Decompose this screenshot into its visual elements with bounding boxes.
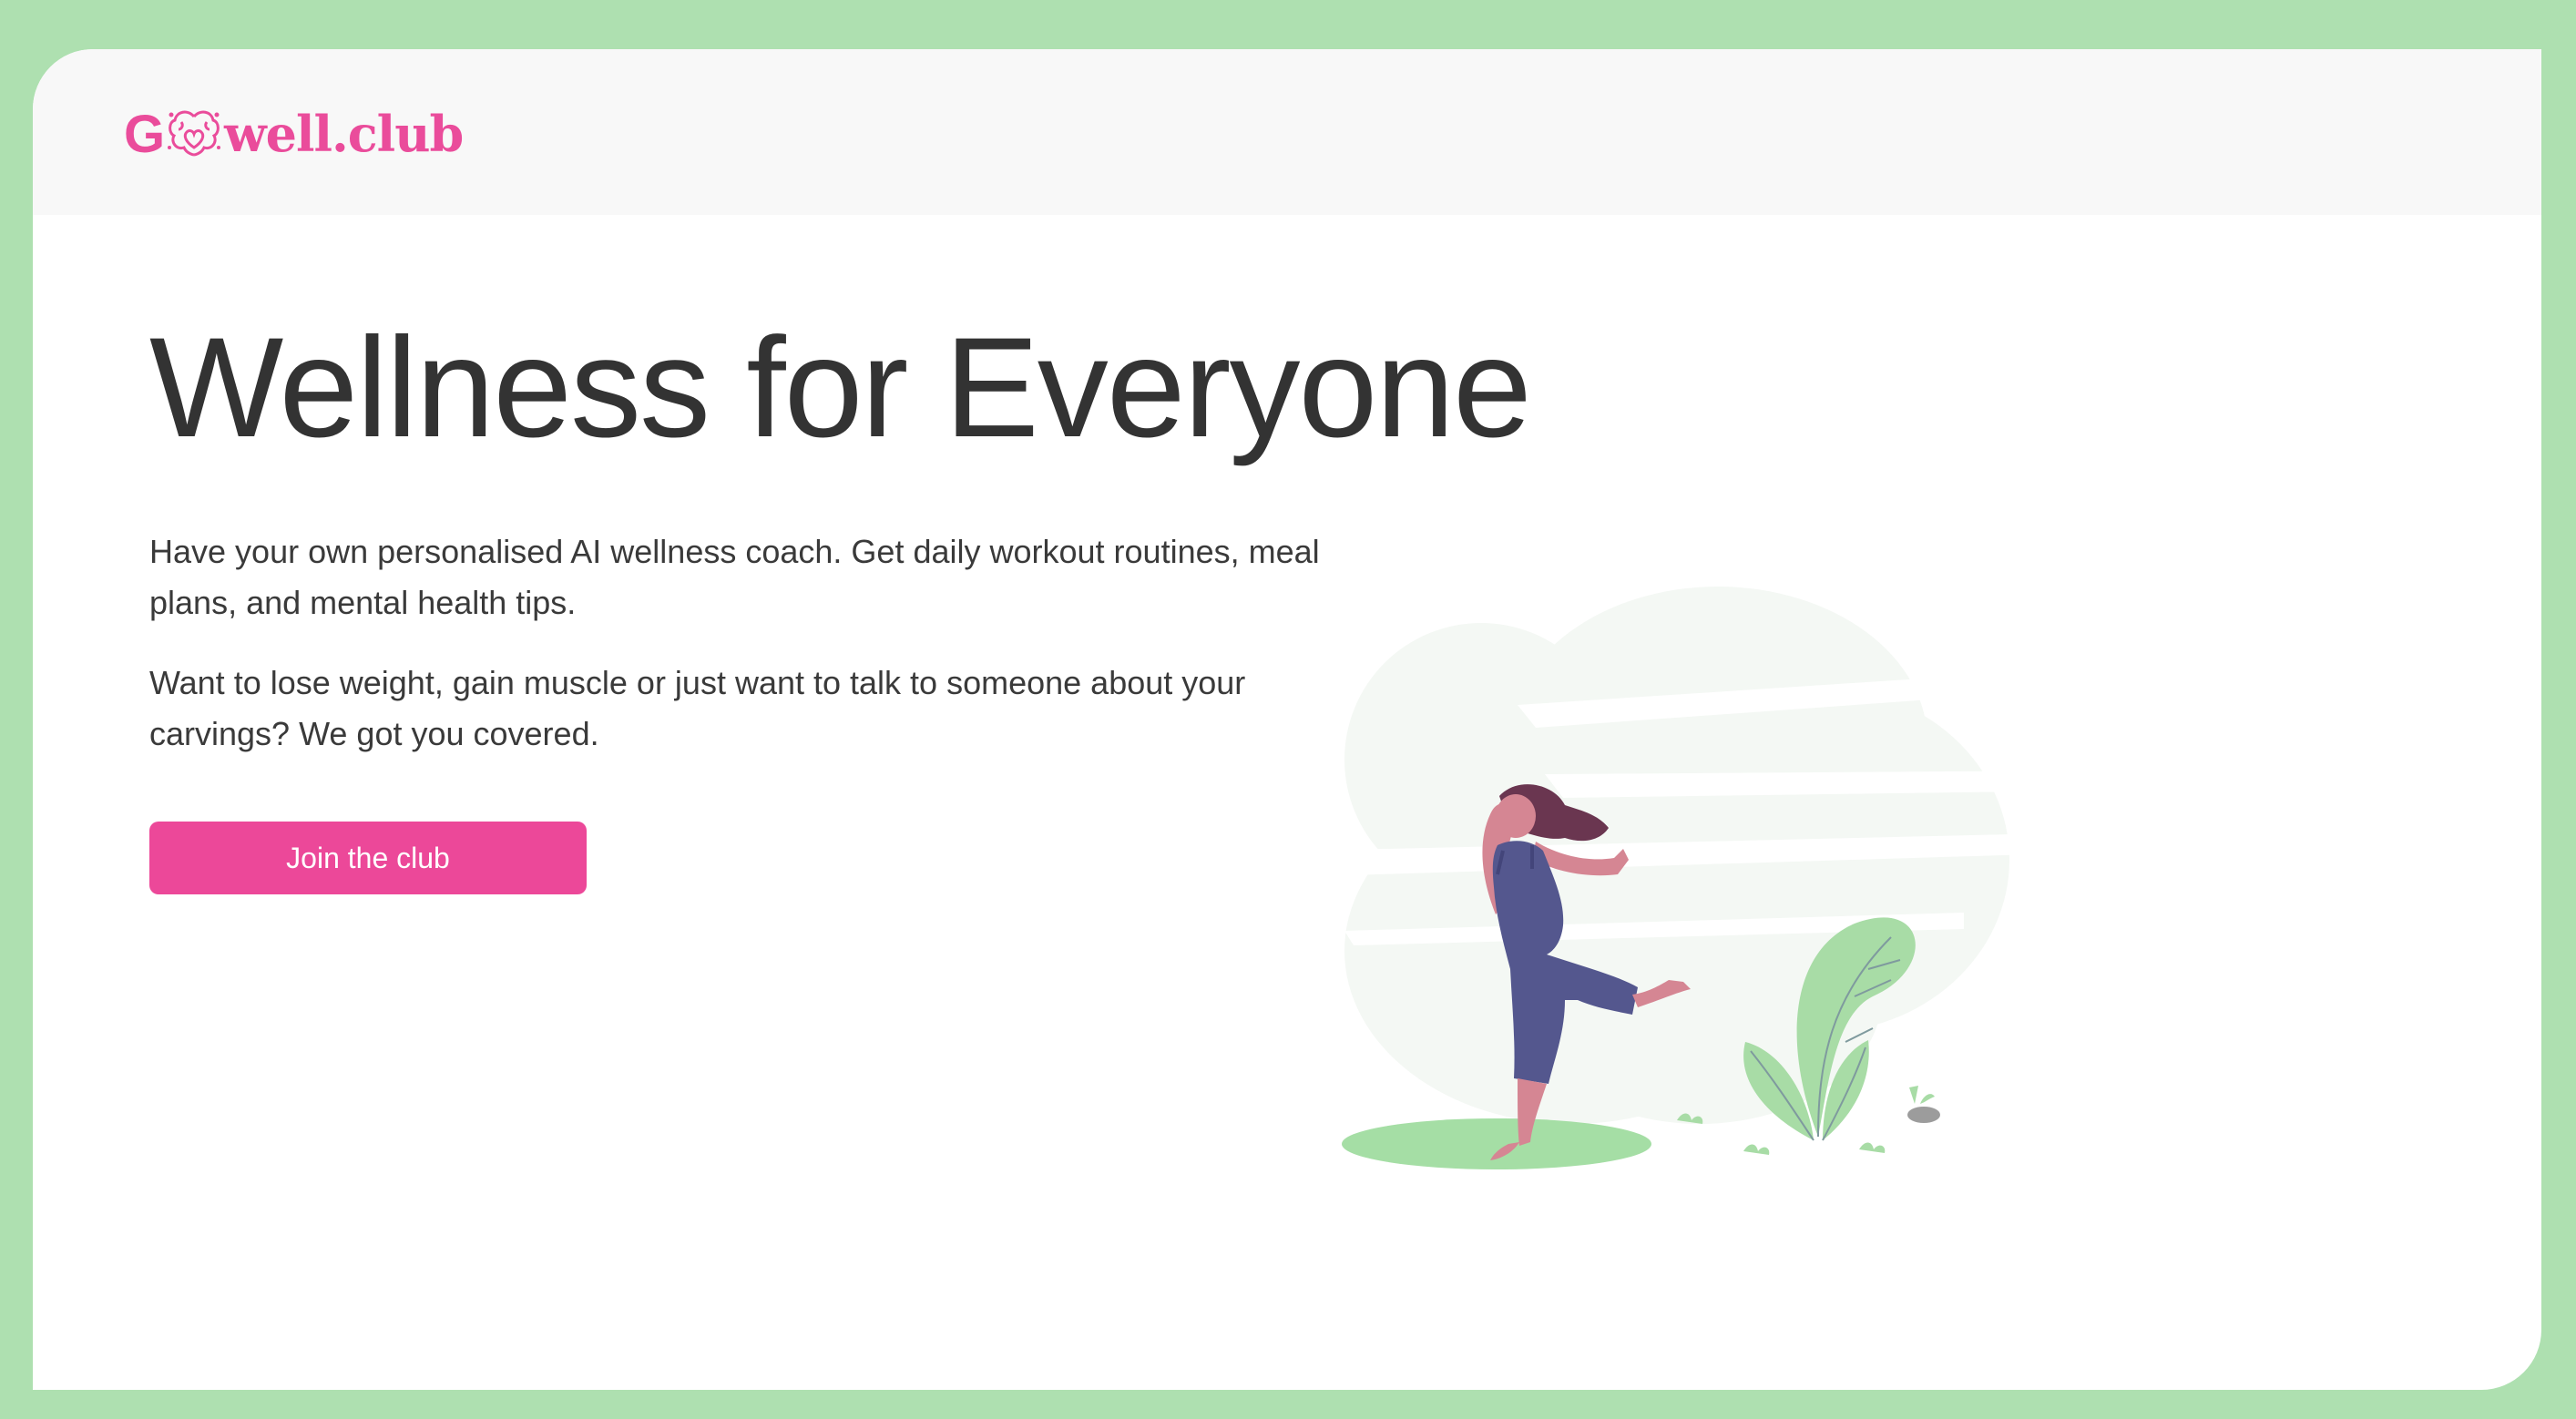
logo-letter: G (124, 104, 165, 164)
hero-description-1: Have your own personalised AI wellness c… (149, 533, 1320, 621)
brand-logo[interactable]: G well.club (124, 102, 464, 166)
rock (1907, 1107, 1940, 1123)
join-club-button[interactable]: Join the club (149, 822, 587, 894)
brain-heart-icon (168, 110, 221, 157)
hero-title: Wellness for Everyone (149, 309, 1532, 467)
logo-wordmark: well.club (224, 105, 464, 163)
dancing-woman-illustration (1308, 587, 2091, 1169)
hero-description-2: Want to lose weight, gain muscle or just… (149, 664, 1246, 752)
app-window: G well.club Wellness for Everyone Have y… (33, 49, 2541, 1390)
ground-shadow (1342, 1118, 1651, 1169)
top-navigation-bar: G well.club (33, 49, 2541, 215)
